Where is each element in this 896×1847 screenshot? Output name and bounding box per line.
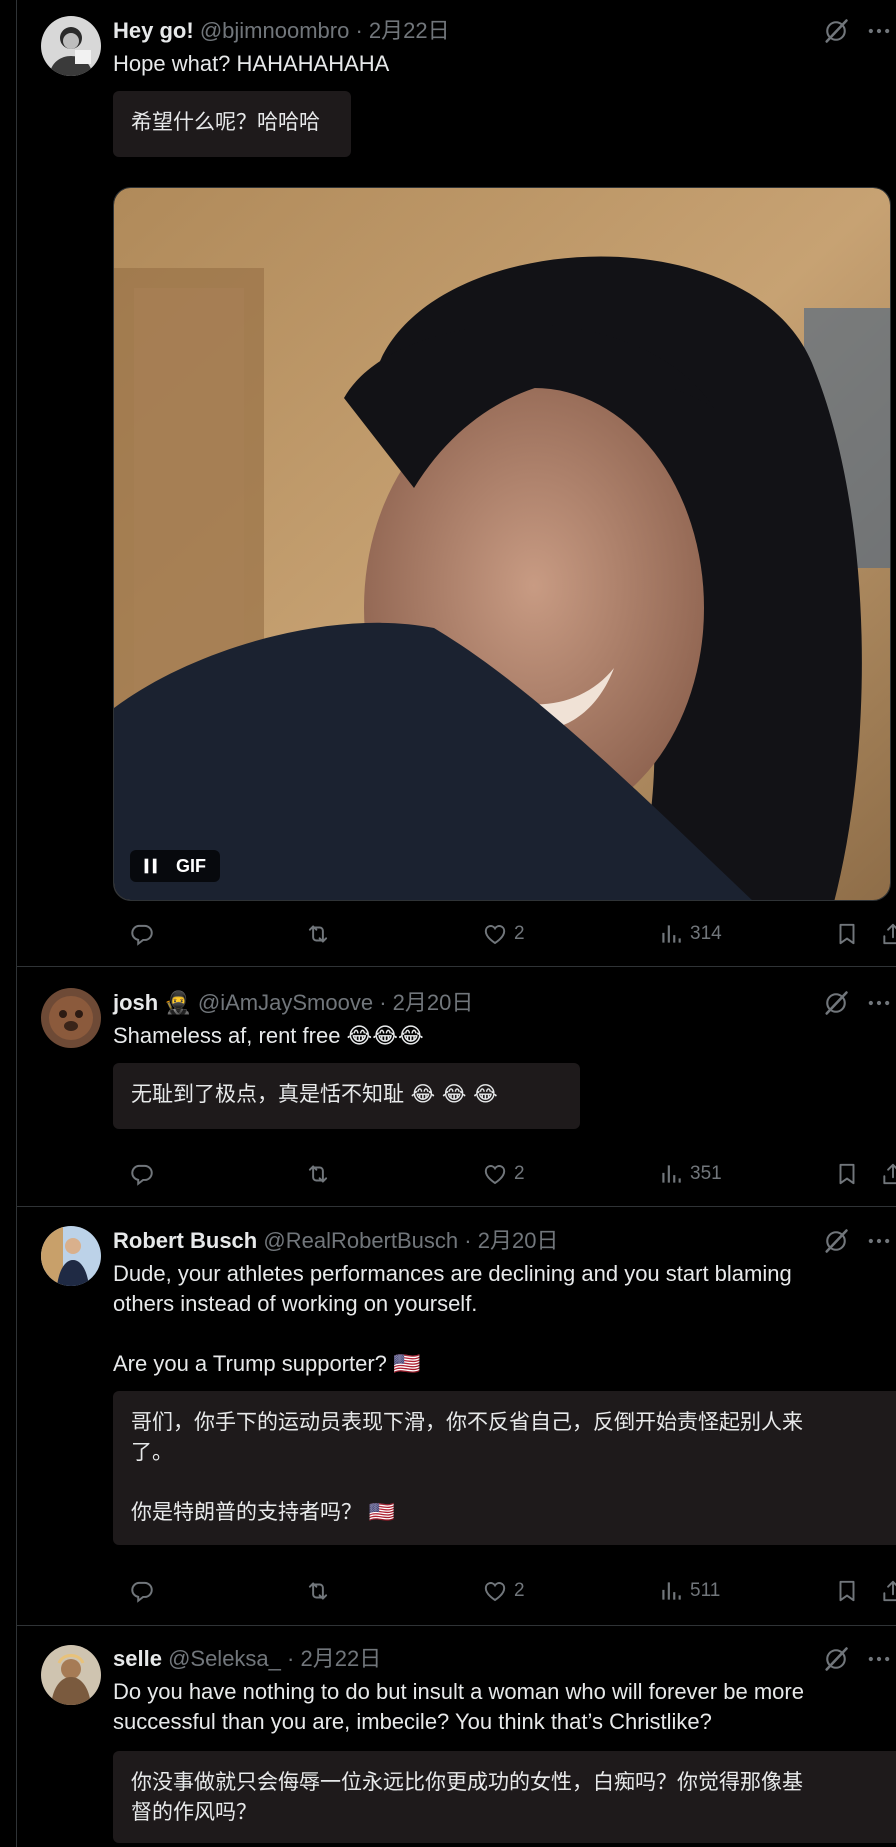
reply-item[interactable]: josh 🥷 @iAmJaySmoove · 2月20日 Shameless a… (17, 968, 896, 1207)
repost-icon (305, 921, 331, 947)
grok-icon[interactable] (822, 1227, 850, 1255)
repost-button[interactable] (305, 919, 331, 949)
reply-button[interactable] (129, 919, 155, 949)
more-icon[interactable] (865, 1645, 893, 1673)
bookmark-button[interactable] (834, 919, 860, 949)
bookmark-button[interactable] (834, 1159, 860, 1189)
reply-button[interactable] (129, 1576, 155, 1606)
views-icon (658, 921, 684, 947)
like-button[interactable]: 2 (482, 1159, 525, 1189)
user-handle[interactable]: @iAmJaySmoove (198, 990, 373, 1015)
reply-item[interactable]: Robert Busch @RealRobertBusch · 2月20日 Du… (17, 1208, 896, 1626)
share-button[interactable] (880, 1576, 896, 1606)
translation-box: 希望什么呢？哈哈哈 (113, 91, 351, 157)
translation-box: 无耻到了极点，真是恬不知耻 😂 😂 😂 (113, 1063, 580, 1129)
views-button[interactable]: 511 (658, 1576, 720, 1606)
name-emoji: 🥷 (164, 991, 192, 1016)
view-count: 511 (690, 1580, 721, 1601)
avatar[interactable] (41, 1645, 101, 1705)
timestamp[interactable]: 2月22日 (300, 1646, 381, 1671)
reply-button[interactable] (129, 1159, 155, 1189)
grok-icon[interactable] (822, 17, 850, 45)
bookmark-icon (834, 1578, 860, 1604)
reply-text: Hope what? HAHAHAHAHA (113, 51, 390, 76)
share-button[interactable] (880, 919, 896, 949)
heart-icon (482, 1161, 508, 1187)
reply-header: selle @Seleksa_ · 2月22日 (113, 1645, 381, 1673)
view-count: 351 (690, 1163, 722, 1184)
gif-badge[interactable]: GIF (130, 850, 220, 882)
reply-icon (129, 1578, 155, 1604)
more-icon[interactable] (865, 989, 893, 1017)
share-button[interactable] (880, 1159, 896, 1189)
timestamp[interactable]: 2月20日 (478, 1228, 559, 1253)
avatar[interactable] (41, 16, 101, 76)
reply-header: Hey go! @bjimnoombro · 2月22日 (113, 17, 450, 45)
more-icon[interactable] (865, 1227, 893, 1255)
user-handle[interactable]: @Seleksa_ (168, 1646, 281, 1671)
display-name[interactable]: josh (113, 990, 158, 1015)
views-icon (658, 1161, 684, 1187)
display-name[interactable]: Hey go! (113, 18, 194, 43)
translation-box: 哥们，你手下的运动员表现下滑，你不反省自己，反倒开始责怪起别人来 了。 你是特朗… (113, 1391, 896, 1545)
bookmark-icon (834, 921, 860, 947)
like-button[interactable]: 2 (482, 1576, 525, 1606)
like-count: 2 (514, 923, 525, 944)
more-icon[interactable] (865, 17, 893, 45)
reply-header: josh 🥷 @iAmJaySmoove · 2月20日 (113, 989, 473, 1017)
repost-button[interactable] (305, 1576, 331, 1606)
separator: · (464, 1228, 472, 1253)
reply-header: Robert Busch @RealRobertBusch · 2月20日 (113, 1227, 558, 1255)
bookmark-button[interactable] (834, 1576, 860, 1606)
share-icon (880, 1578, 896, 1604)
gif-media[interactable]: GIF (113, 187, 891, 901)
repost-button[interactable] (305, 1159, 331, 1189)
gif-label: GIF (176, 855, 206, 876)
heart-icon (482, 921, 508, 947)
bookmark-icon (834, 1161, 860, 1187)
timestamp[interactable]: 2月20日 (393, 990, 474, 1015)
share-icon (880, 1161, 896, 1187)
translation-box: 你没事做就只会侮辱一位永远比你更成功的女性，白痴吗？你觉得那像基 督的作风吗？ (113, 1751, 896, 1843)
grok-icon[interactable] (822, 1645, 850, 1673)
action-bar: 2 511 (113, 1576, 896, 1606)
views-icon (658, 1578, 684, 1604)
reply-icon (129, 921, 155, 947)
reply-icon (129, 1161, 155, 1187)
repost-icon (305, 1161, 331, 1187)
grok-icon[interactable] (822, 989, 850, 1017)
like-count: 2 (514, 1580, 525, 1601)
reply-text: Do you have nothing to do but insult a w… (113, 1679, 804, 1734)
repost-icon (305, 1578, 331, 1604)
separator: · (287, 1646, 295, 1671)
views-button[interactable]: 314 (658, 919, 722, 949)
gif-image (114, 188, 890, 900)
reply-item[interactable]: Hey go! @bjimnoombro · 2月22日 Hope what? … (17, 0, 896, 967)
separator: · (355, 18, 363, 43)
views-button[interactable]: 351 (658, 1159, 722, 1189)
action-bar: 2 351 (113, 1159, 896, 1189)
reply-text: Dude, your athletes performances are dec… (113, 1261, 792, 1376)
like-count: 2 (514, 1163, 525, 1184)
user-handle[interactable]: @RealRobertBusch (263, 1228, 458, 1253)
separator: · (379, 990, 387, 1015)
view-count: 314 (690, 923, 722, 944)
action-bar: 2 314 (113, 919, 896, 949)
display-name[interactable]: selle (113, 1646, 162, 1671)
replies-feed: Hey go! @bjimnoombro · 2月22日 Hope what? … (0, 0, 896, 1847)
like-button[interactable]: 2 (482, 919, 525, 949)
heart-icon (482, 1578, 508, 1604)
display-name[interactable]: Robert Busch (113, 1228, 257, 1253)
avatar[interactable] (41, 988, 101, 1048)
share-icon (880, 921, 896, 947)
reply-text: Shameless af, rent free 😂😂😂 (113, 1023, 424, 1048)
timestamp[interactable]: 2月22日 (369, 18, 450, 43)
reply-item[interactable]: selle @Seleksa_ · 2月22日 Do you have noth… (17, 1627, 896, 1847)
pause-icon[interactable] (140, 855, 162, 877)
user-handle[interactable]: @bjimnoombro (200, 18, 350, 43)
avatar[interactable] (41, 1226, 101, 1286)
